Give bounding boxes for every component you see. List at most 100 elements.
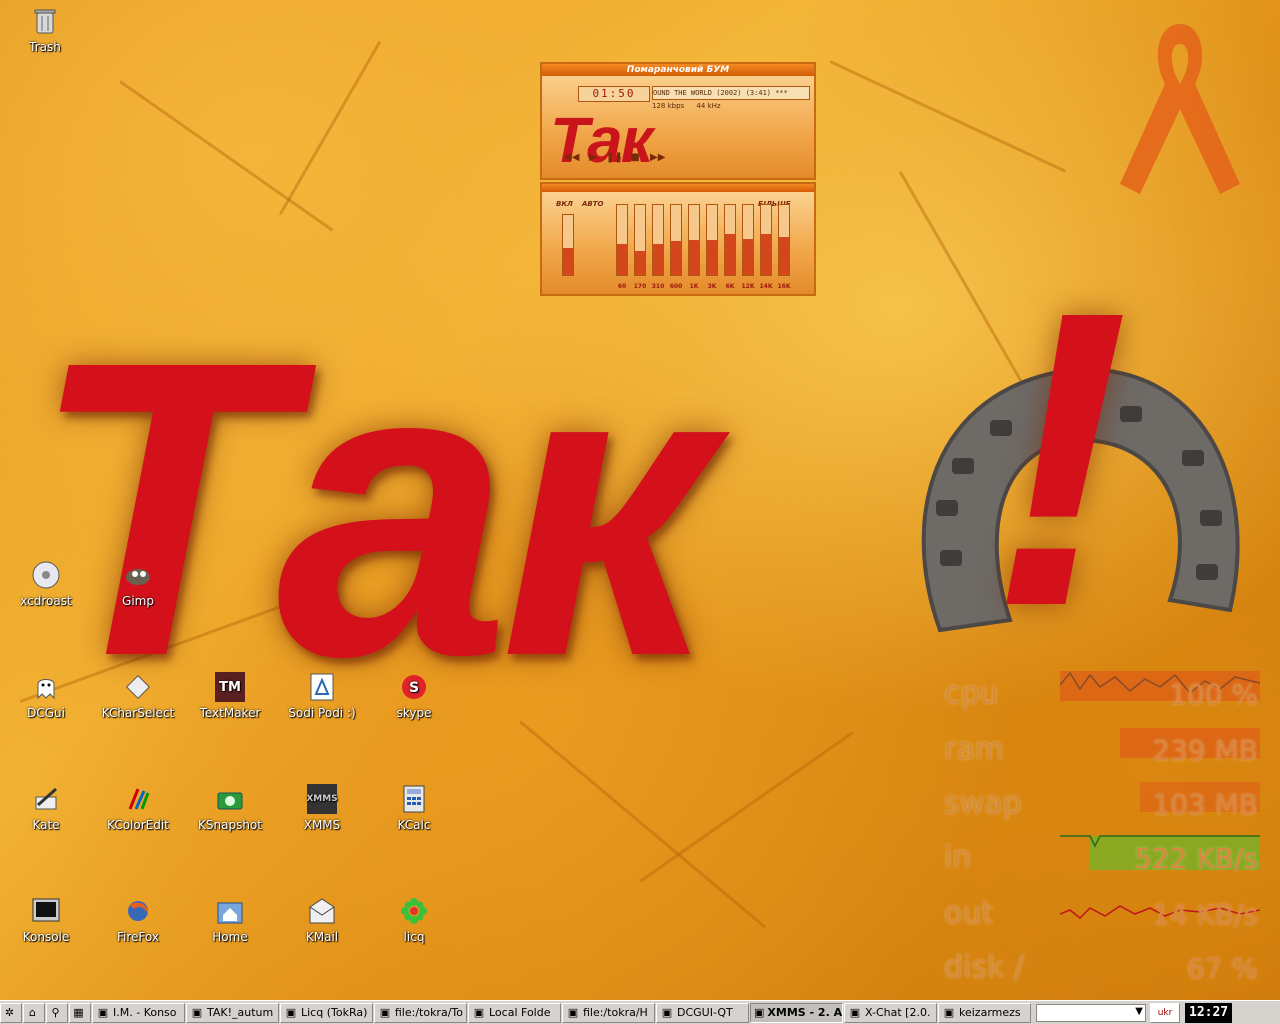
- xmms-titlebar[interactable]: Помаранчовий БУМ: [542, 64, 814, 76]
- desktop-icon-konsole[interactable]: Konsole: [6, 896, 86, 944]
- taskbar-task-button[interactable]: ▣ DCGUI-QT: [656, 1002, 749, 1023]
- eq-band-slider[interactable]: [742, 204, 754, 276]
- taskbar-task-button[interactable]: ▣ keizarmezs: [938, 1002, 1031, 1023]
- desktop-icon-kmail[interactable]: KMail: [282, 896, 362, 944]
- eq-band-level: [671, 241, 681, 275]
- next-button[interactable]: ▶▶: [650, 152, 665, 164]
- desktop-icon-xmms[interactable]: XMMS XMMS: [282, 784, 362, 832]
- dropdown-arrow-icon[interactable]: ▼: [1135, 1006, 1143, 1017]
- xmms-player-window[interactable]: Помаранчовий БУМ 01:50 OUND THE WORLD (2…: [540, 62, 816, 296]
- taskbar-task-button[interactable]: ▣ Licq (TokRa): [280, 1002, 373, 1023]
- diamond-icon: [123, 672, 153, 702]
- xmms-bitrate: 128 kbps: [652, 102, 685, 110]
- eq-band-level: [725, 234, 735, 275]
- desktop-icon-label: KCharSelect: [101, 706, 175, 720]
- desktop-icon-firefox[interactable]: FireFox: [98, 896, 178, 944]
- eq-band-frequency: 14K: [759, 283, 773, 290]
- pause-button[interactable]: ❚❚: [606, 152, 623, 164]
- eq-titlebar[interactable]: [542, 184, 814, 192]
- desktop-icon-skype[interactable]: S skype: [374, 672, 454, 720]
- desktop-icon-sodipodi[interactable]: Sodi Podi :): [282, 672, 362, 720]
- taskbar: ✲ ⌂ ⚲ ▦ ▣ I.M. - Konso ▣ TAK!_autum ▣ Licq (T…: [0, 1000, 1280, 1024]
- pen-editor-icon: [31, 784, 61, 814]
- eq-band-slider[interactable]: [706, 204, 718, 276]
- task-list: ▣ I.M. - Konso ▣ TAK!_autum ▣ Licq (TokRa) ▣ fi…: [92, 1002, 1032, 1023]
- home-folder-icon: [215, 896, 245, 926]
- desktop-icon-label: FireFox: [117, 930, 159, 944]
- kmenu-button[interactable]: ✲: [0, 1002, 22, 1023]
- desktop-icon-kate[interactable]: Kate: [6, 784, 86, 832]
- play-button[interactable]: ▶: [586, 152, 600, 164]
- desktop-icon-trash[interactable]: Trash: [5, 6, 85, 54]
- search-button[interactable]: ⚲: [46, 1002, 68, 1023]
- taskbar-task-button[interactable]: ▣ XMMS - 2. A: [750, 1002, 843, 1023]
- desktop-icon-kcoloredit[interactable]: KColorEdit: [98, 784, 178, 832]
- eq-band-frequency: 170: [633, 283, 647, 290]
- keyboard-layout-indicator[interactable]: ukr: [1150, 1002, 1180, 1023]
- eq-on-toggle[interactable]: ВКЛ: [556, 200, 573, 208]
- xmms-equalizer-panel[interactable]: ВКЛ АВТО БІЛЬШЕ 60 170 310 600 1K 3K 6K 12K 14K 1…: [540, 182, 816, 296]
- eq-band-slider[interactable]: [616, 204, 628, 276]
- taskbar-task-button[interactable]: ▣ X-Chat [2.0.: [844, 1002, 937, 1023]
- xmms-icon: XMMS: [306, 784, 338, 814]
- eq-band-slider[interactable]: [724, 204, 736, 276]
- eq-band-frequency: 12K: [741, 283, 755, 290]
- eq-band-slider[interactable]: [634, 204, 646, 276]
- stop-button[interactable]: ■: [628, 152, 642, 164]
- eq-band-slider[interactable]: [760, 204, 772, 276]
- window-icon: ▣: [191, 1005, 203, 1019]
- eq-band-slider[interactable]: [688, 204, 700, 276]
- svg-text:S: S: [409, 680, 419, 696]
- taskbar-task-button[interactable]: ▣ Local Folde: [468, 1002, 561, 1023]
- leaf-vein: [278, 40, 382, 216]
- color-pencils-icon: [123, 784, 153, 814]
- magnifier-icon: ⚲: [51, 1005, 60, 1019]
- textmaker-icon: TM: [215, 672, 245, 702]
- desktop-icon-ksnapshot[interactable]: KSnapshot: [190, 784, 270, 832]
- window-icon: ▣: [379, 1005, 391, 1019]
- eq-band-frequency: 600: [669, 283, 683, 290]
- taskbar-task-label: I.M. - Konso: [113, 1006, 177, 1019]
- run-command-field[interactable]: ▼: [1036, 1003, 1146, 1022]
- desktop-icon-licq[interactable]: licq: [374, 896, 454, 944]
- eq-band-slider[interactable]: [778, 204, 790, 276]
- desktop-icon-xcdroast[interactable]: xcdroast: [6, 560, 86, 608]
- eq-band-slider[interactable]: [670, 204, 682, 276]
- desktop-icon-kcalc[interactable]: KCalc: [374, 784, 454, 832]
- taskbar-task-button[interactable]: ▣ file:/tokra/H: [562, 1002, 655, 1023]
- desktop-icon-textmaker[interactable]: TM TextMaker: [190, 672, 270, 720]
- taskbar-task-button[interactable]: ▣ TAK!_autum: [186, 1002, 279, 1023]
- sysmon-label: swap: [944, 786, 1022, 821]
- orange-ribbon-graphic: [1120, 24, 1240, 194]
- xmms-main-panel[interactable]: Помаранчовий БУМ 01:50 OUND THE WORLD (2…: [540, 62, 816, 180]
- wallpaper-logo-text: Так: [30, 275, 713, 744]
- prev-button[interactable]: ◀◀: [564, 152, 579, 164]
- xmms-song-title: OUND THE WORLD (2002) (3:41) ***: [652, 86, 810, 100]
- pager-icon: ▦: [73, 1005, 84, 1019]
- taskbar-task-button[interactable]: ▣ I.M. - Konso: [92, 1002, 185, 1023]
- taskbar-task-button[interactable]: ▣ file:/tokra/To: [374, 1002, 467, 1023]
- taskbar-clock[interactable]: 12:27: [1185, 1002, 1233, 1023]
- sysmon-value: 14 KB/s: [1151, 898, 1258, 931]
- eq-auto-toggle[interactable]: АВТО: [582, 200, 603, 208]
- desktop-icon-label: licq: [403, 930, 425, 944]
- eq-band-level: [689, 240, 699, 275]
- desktop-icon-label: KMail: [305, 930, 339, 944]
- eq-band-slider[interactable]: [652, 204, 664, 276]
- desktop-icon-label: Kate: [32, 818, 60, 832]
- vector-drawing-icon: [307, 672, 337, 702]
- show-desktop-button[interactable]: ⌂: [23, 1002, 45, 1023]
- eq-preamp-slider[interactable]: [562, 214, 574, 276]
- window-icon: ▣: [849, 1005, 861, 1019]
- eq-band-level: [653, 243, 663, 275]
- desktop-icon-kcharselect[interactable]: KCharSelect: [98, 672, 178, 720]
- calculator-icon: [399, 784, 429, 814]
- desktop-icon-label: KCalc: [397, 818, 431, 832]
- pager-button[interactable]: ▦: [69, 1002, 91, 1023]
- desktop-icon-label: xcdroast: [20, 594, 72, 608]
- mail-icon: [307, 896, 337, 926]
- desktop-icon-gimp[interactable]: Gimp: [98, 560, 178, 608]
- desktop-icon-home[interactable]: Home: [190, 896, 270, 944]
- sysmon-value: 67 %: [1186, 952, 1258, 985]
- desktop-icon-dcgui[interactable]: DCGui: [6, 672, 86, 720]
